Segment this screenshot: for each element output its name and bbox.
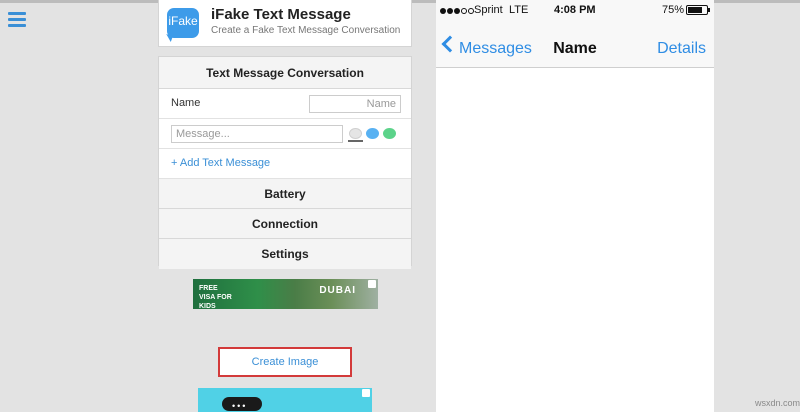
- menu-icon[interactable]: [8, 12, 26, 28]
- blue-bubble-icon[interactable]: [366, 128, 379, 139]
- conversation-form: Text Message Conversation Name + Add Tex…: [158, 56, 412, 269]
- ad-close-icon[interactable]: [368, 280, 376, 288]
- phone-preview: Sprint LTE 4:08 PM 75% Name Messages Det…: [436, 0, 714, 412]
- message-row: [159, 119, 411, 149]
- add-text-message-link[interactable]: + Add Text Message: [171, 157, 270, 169]
- battery-icon: [686, 5, 710, 15]
- selected-bubble-indicator: [348, 140, 363, 142]
- back-button[interactable]: Messages: [459, 40, 532, 58]
- gray-bubble-icon[interactable]: [349, 128, 362, 139]
- ad-banner[interactable]: FREE VISA FOR KIDS DUBAI: [193, 279, 378, 309]
- ad-banner-brand: DUBAI: [319, 285, 356, 296]
- network-type: LTE: [509, 4, 529, 16]
- connection-section[interactable]: Connection: [159, 209, 411, 239]
- nav-bar: Name Messages Details: [436, 20, 714, 68]
- ad-dots: •••: [232, 401, 248, 411]
- logo-text: iFake: [168, 14, 198, 28]
- app-header: iFake iFake Text Message Create a Fake T…: [158, 0, 412, 47]
- conversation-section-header[interactable]: Text Message Conversation: [159, 57, 411, 89]
- battery-fill: [688, 7, 702, 13]
- signal-strength-icon: [440, 5, 475, 17]
- status-time: 4:08 PM: [554, 4, 596, 16]
- name-input[interactable]: [309, 95, 401, 113]
- app-title: iFake Text Message: [211, 6, 351, 23]
- watermark: wsxdn.com: [755, 398, 800, 408]
- status-bar: Sprint LTE 4:08 PM 75%: [436, 0, 714, 20]
- create-image-button[interactable]: Create Image: [218, 347, 352, 377]
- green-bubble-icon[interactable]: [383, 128, 396, 139]
- ad-close-icon-second[interactable]: [362, 389, 370, 397]
- app-subtitle: Create a Fake Text Message Conversation: [211, 25, 401, 36]
- details-button[interactable]: Details: [657, 40, 706, 58]
- battery-percent: 75%: [662, 4, 685, 16]
- battery-section[interactable]: Battery: [159, 179, 411, 209]
- ad-banner-text: FREE VISA FOR KIDS: [199, 285, 232, 309]
- carrier-name: Sprint: [474, 4, 503, 16]
- name-label: Name: [171, 97, 201, 109]
- ad-banner-second[interactable]: •••: [198, 388, 372, 412]
- message-input[interactable]: [171, 125, 343, 143]
- app-logo-icon: iFake: [167, 8, 199, 38]
- name-row: Name: [159, 89, 411, 119]
- settings-section[interactable]: Settings: [159, 239, 411, 269]
- add-message-row: + Add Text Message: [159, 149, 411, 179]
